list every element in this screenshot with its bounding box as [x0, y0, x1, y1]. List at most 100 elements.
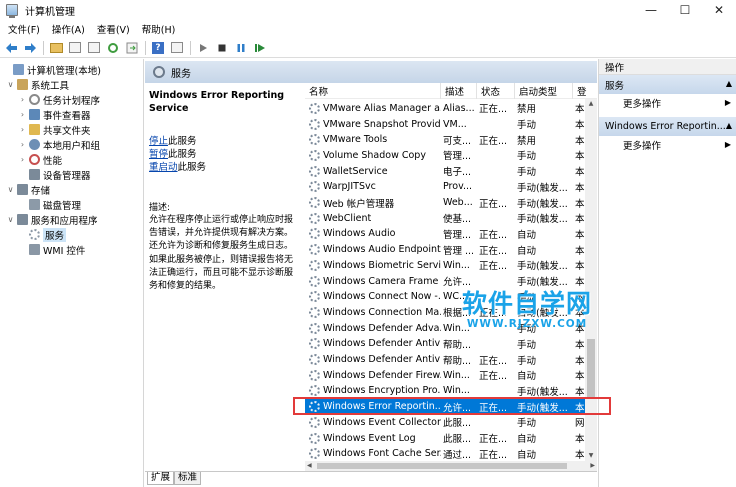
stop-service-link[interactable]: 停止 — [149, 136, 168, 147]
scroll-left-icon[interactable]: ◀ — [307, 461, 312, 471]
table-row[interactable]: Windows Audio 管理... 正在... 自动 本 — [305, 226, 585, 242]
service-name-text: VMware Alias Manager a... — [323, 102, 441, 114]
collapse-up-icon[interactable]: ▲ — [726, 79, 732, 88]
scrollbar-thumb[interactable] — [587, 339, 595, 399]
tree-item-label: 本地用户和组 — [43, 140, 101, 152]
close-button[interactable]: ✕ — [702, 0, 736, 20]
table-row[interactable]: Windows Biometric Servi... Win... 正在... 手动(… — [305, 258, 585, 274]
table-row[interactable]: Windows Error Reportin... 允许... 正在... 手动(触发… — [305, 398, 585, 415]
tree-item-system-tools[interactable]: ∨ 系统工具 — [6, 77, 69, 92]
tree-expander[interactable]: ∨ — [6, 185, 15, 194]
tree-expander[interactable]: › — [18, 95, 27, 104]
tree-expander[interactable]: › — [18, 155, 27, 164]
vertical-scrollbar[interactable]: ▲ ▼ — [585, 99, 597, 461]
column-header-logon[interactable]: 登 — [573, 83, 587, 99]
table-row[interactable]: WebClient 使基... 手动(触发... 本 — [305, 210, 585, 226]
start-service-icon[interactable] — [195, 40, 211, 56]
maximize-button[interactable]: ☐ — [668, 0, 702, 20]
tree-expander[interactable]: › — [18, 140, 27, 149]
tree-item-computer-management[interactable]: 计算机管理(本地) — [2, 62, 101, 77]
more-actions-item[interactable]: 更多操作 ▶ — [599, 94, 736, 111]
column-header-startup-type[interactable]: 启动类型 — [515, 83, 573, 99]
tree-item-device-manager[interactable]: 设备管理器 — [18, 167, 91, 182]
restart-service-link[interactable]: 重启动 — [149, 162, 178, 173]
table-row[interactable]: Windows Connection Ma... 根据... 正在... 自动(触发.… — [305, 305, 585, 321]
tab-extended[interactable]: 扩展 — [147, 472, 175, 485]
tree-item-services[interactable]: 服务 — [18, 227, 67, 242]
toolbar-divider — [145, 40, 146, 55]
tree-expander[interactable]: › — [18, 125, 27, 134]
up-folder-icon[interactable] — [48, 40, 64, 56]
tree-item-services-and-apps[interactable]: ∨ 服务和应用程序 — [6, 212, 98, 227]
forward-arrow-icon[interactable] — [22, 40, 38, 56]
table-row[interactable]: Windows Event Collector 此服... 手动 网 — [305, 415, 585, 431]
service-name-cell: Windows Defender Firew... — [305, 369, 441, 381]
service-name-text: WarpJITSvc — [323, 181, 376, 193]
gear-icon — [309, 275, 320, 287]
horizontal-scrollbar[interactable]: ◀ ▶ — [305, 461, 597, 471]
table-row[interactable]: Windows Defender Adva... Win... 手动 本 — [305, 320, 585, 336]
table-row[interactable]: Windows Font Cache Ser... 通过... 正在... 自动 本 — [305, 446, 585, 461]
menu-file[interactable]: 文件(F) — [4, 22, 44, 36]
collapse-up-icon[interactable]: ▲ — [726, 121, 732, 130]
tree-item-wmi-control[interactable]: WMI 控件 — [18, 242, 85, 257]
table-row[interactable]: Windows Event Log 此服... 正在... 自动 本 — [305, 430, 585, 446]
table-row[interactable]: WalletService 电子... 手动 本 — [305, 163, 585, 179]
table-row[interactable]: WarpJITSvc Prov... 手动(触发... 本 — [305, 179, 585, 195]
help-icon[interactable]: ? — [150, 40, 166, 56]
actions-section-services[interactable]: 服务 ▲ — [599, 75, 736, 94]
tree-item-performance[interactable]: › 性能 — [18, 152, 62, 167]
more-actions-item[interactable]: 更多操作 ▶ — [599, 136, 736, 153]
hscroll-thumb[interactable] — [317, 463, 567, 469]
table-row[interactable]: VMware Tools 可支... 正在... 禁用 本 — [305, 132, 585, 148]
actions-section-title: 服务 — [605, 80, 625, 92]
service-logon-cell: 本 — [575, 339, 585, 351]
table-row[interactable]: Web 帐户管理器 Web... 正在... 手动(触发... 本 — [305, 195, 585, 211]
show-hide-tree-icon[interactable] — [67, 40, 83, 56]
table-row[interactable]: Windows Connect Now -... WC... 手动 本 — [305, 289, 585, 305]
table-row[interactable]: VMware Snapshot Provid... VM... 手动 本 — [305, 116, 585, 132]
tree-item-task-scheduler[interactable]: › 任务计划程序 — [18, 92, 100, 107]
tree-item-local-users[interactable]: › 本地用户和组 — [18, 137, 100, 152]
tree-item-event-viewer[interactable]: › 事件查看器 — [18, 107, 91, 122]
scroll-right-icon[interactable]: ▶ — [590, 461, 595, 471]
column-header-status[interactable]: 状态 — [477, 83, 515, 99]
table-row[interactable]: Windows Defender Antivi... 帮助... 手动 本 — [305, 336, 585, 352]
tree-item-disk-management[interactable]: 磁盘管理 — [18, 197, 81, 212]
scroll-up-icon[interactable]: ▲ — [585, 99, 597, 109]
column-header-description[interactable]: 描述 — [441, 83, 477, 99]
table-row[interactable]: Windows Defender Firew... Win... 正在... 自动 本 — [305, 367, 585, 383]
back-arrow-icon[interactable] — [3, 40, 19, 56]
tree-expander[interactable]: › — [18, 110, 27, 119]
pause-service-icon[interactable] — [233, 40, 249, 56]
tree-item-storage[interactable]: ∨ 存储 — [6, 182, 50, 197]
stop-service-row: 停止此服务 — [149, 135, 299, 148]
tree-item-shared-folders[interactable]: › 共享文件夹 — [18, 122, 91, 137]
export-list-icon[interactable] — [124, 40, 140, 56]
tree-expander[interactable]: ∨ — [6, 215, 15, 224]
refresh-icon[interactable] — [105, 40, 121, 56]
stop-service-icon[interactable] — [214, 40, 230, 56]
tab-standard[interactable]: 标准 — [174, 472, 202, 485]
gear-icon — [309, 259, 320, 271]
menu-help[interactable]: 帮助(H) — [138, 22, 180, 36]
scroll-down-icon[interactable]: ▼ — [585, 451, 597, 461]
table-row[interactable]: Volume Shadow Copy 管理... 手动 本 — [305, 148, 585, 164]
service-startup-cell: 禁用 — [517, 104, 537, 116]
pause-service-link[interactable]: 暂停 — [149, 149, 168, 160]
show-action-pane-icon[interactable] — [169, 40, 185, 56]
table-row[interactable]: Windows Encryption Pro... Win... 手动(触发... 本 — [305, 383, 585, 399]
menu-view[interactable]: 查看(V) — [93, 22, 134, 36]
menu-action[interactable]: 操作(A) — [48, 22, 89, 36]
table-row[interactable]: Windows Audio Endpoint... 管理 ... 正在... 自动 本 — [305, 242, 585, 258]
actions-section-selected-service[interactable]: Windows Error Reportin... ▲ — [599, 117, 736, 136]
properties-icon[interactable] — [86, 40, 102, 56]
table-row[interactable]: Windows Camera Frame ... 允许... 手动(触发... 本 — [305, 273, 585, 289]
tree-expander[interactable]: ∨ — [6, 80, 15, 89]
table-row[interactable]: VMware Alias Manager a... Alias... 正在... 禁用… — [305, 101, 585, 117]
minimize-button[interactable]: — — [634, 0, 668, 20]
window-title: 计算机管理 — [25, 6, 75, 18]
restart-service-icon[interactable] — [252, 40, 268, 56]
table-row[interactable]: Windows Defender Antivi... 帮助... 正在... 手动 本 — [305, 352, 585, 368]
services-list[interactable]: ^ 名称 描述 状态 启动类型 登 VMware Alias Manager a… — [305, 83, 597, 461]
